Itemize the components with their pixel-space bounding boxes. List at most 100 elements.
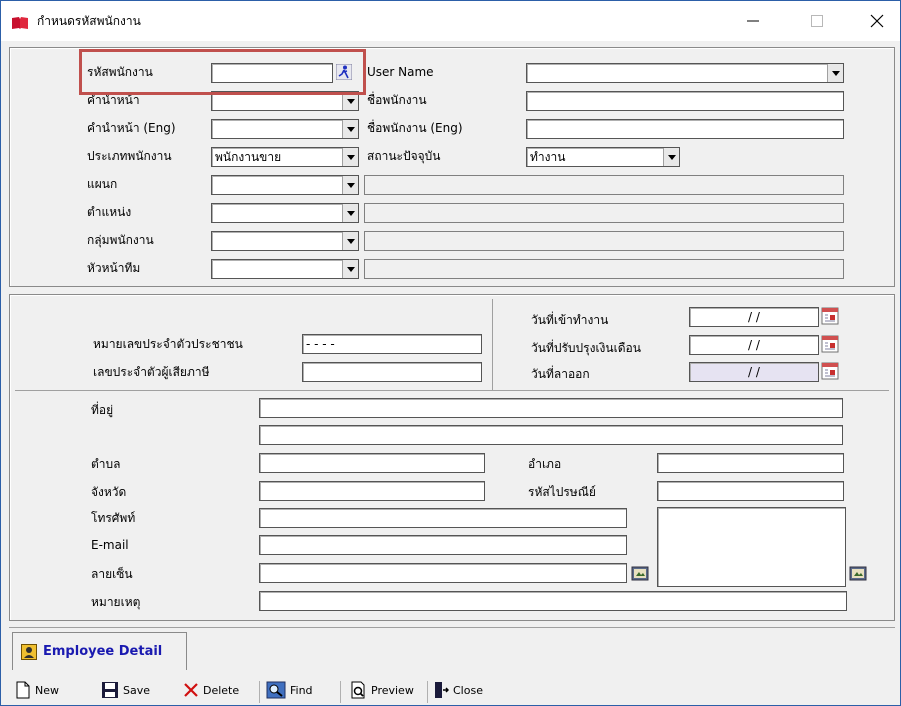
subdistrict-input[interactable] bbox=[259, 453, 485, 473]
province-input[interactable] bbox=[259, 481, 485, 501]
window-title: กำหนดรหัสพนักงาน bbox=[37, 14, 141, 28]
save-button[interactable]: Save bbox=[101, 678, 150, 702]
team-leader-label: หัวหน้าทีม bbox=[87, 261, 141, 275]
chevron-down-icon[interactable] bbox=[827, 64, 843, 82]
username-select[interactable] bbox=[526, 63, 844, 83]
employee-group-label: กลุ่มพนักงาน bbox=[87, 233, 154, 247]
exit-door-icon bbox=[435, 682, 449, 698]
national-id-input[interactable]: - - - - bbox=[302, 334, 482, 354]
prefix-eng-label: คำนำหน้า (Eng) bbox=[87, 121, 176, 135]
toolbar-separator bbox=[427, 681, 428, 703]
salary-update-date-input[interactable]: / / bbox=[689, 335, 819, 355]
chevron-down-icon[interactable] bbox=[342, 120, 358, 138]
phone-input[interactable] bbox=[259, 508, 627, 528]
browse-file-icon[interactable] bbox=[631, 564, 649, 582]
minimize-button[interactable] bbox=[730, 1, 776, 41]
delete-button[interactable]: Delete bbox=[183, 678, 239, 702]
firstname-eng-input[interactable] bbox=[526, 119, 844, 139]
address-line2-input[interactable] bbox=[259, 425, 843, 445]
minimize-icon bbox=[747, 20, 759, 22]
new-document-icon bbox=[16, 681, 30, 699]
employee-code-label: รหัสพนักงาน bbox=[87, 65, 153, 79]
employee-type-value: พนักงานขาย bbox=[215, 150, 282, 164]
signature-label: ลายเซ็น bbox=[91, 567, 133, 581]
start-date-input[interactable]: / / bbox=[689, 307, 819, 327]
email-input[interactable] bbox=[259, 535, 627, 555]
position-select[interactable] bbox=[211, 203, 359, 223]
find-button[interactable]: Find bbox=[266, 678, 313, 702]
prefix-select[interactable] bbox=[211, 91, 359, 111]
email-label: E-mail bbox=[91, 538, 129, 552]
salary-update-date-label: วันที่ปรับปรุงเงินเดือน bbox=[531, 341, 641, 355]
new-button-label: New bbox=[35, 683, 59, 697]
address-label: ที่อยู่ bbox=[91, 403, 114, 417]
chevron-down-icon[interactable] bbox=[342, 232, 358, 250]
tax-id-label: เลขประจำตัวผู้เสียภาษี bbox=[93, 365, 210, 379]
browse-image-icon[interactable] bbox=[849, 564, 867, 582]
firstname-input[interactable] bbox=[526, 91, 844, 111]
employee-group-select[interactable] bbox=[211, 231, 359, 251]
tab-employee-detail[interactable]: Employee Detail bbox=[12, 632, 187, 670]
username-label: User Name bbox=[367, 65, 434, 79]
national-id-label: หมายเลขประจำตัวประชาชน bbox=[93, 337, 243, 351]
postcode-label: รหัสไปรษณีย์ bbox=[528, 485, 596, 499]
delete-icon bbox=[184, 683, 198, 697]
running-man-icon[interactable] bbox=[335, 63, 353, 81]
chevron-down-icon[interactable] bbox=[342, 176, 358, 194]
tab-employee-detail-label: Employee Detail bbox=[43, 644, 163, 659]
save-button-label: Save bbox=[123, 683, 151, 697]
calendar-icon[interactable] bbox=[821, 335, 839, 353]
find-icon bbox=[266, 681, 286, 699]
calendar-icon[interactable] bbox=[821, 307, 839, 325]
district-input[interactable] bbox=[657, 453, 844, 473]
chevron-down-icon[interactable] bbox=[342, 260, 358, 278]
calendar-icon[interactable] bbox=[821, 362, 839, 380]
chevron-down-icon[interactable] bbox=[342, 204, 358, 222]
close-form-button[interactable]: Close bbox=[433, 678, 483, 702]
toolbar-separator bbox=[259, 681, 260, 703]
firstname-label: ชื่อพนักงาน bbox=[367, 93, 427, 107]
department-label: แผนก bbox=[87, 177, 118, 191]
resign-date-label: วันที่ลาออก bbox=[531, 367, 590, 381]
district-label: อำเภอ bbox=[528, 457, 562, 471]
book-icon bbox=[12, 17, 28, 29]
note-label: หมายเหตุ bbox=[91, 595, 141, 609]
address-line1-input[interactable] bbox=[259, 398, 843, 418]
maximize-button[interactable] bbox=[794, 1, 840, 41]
print-preview-icon bbox=[351, 681, 365, 699]
employee-card-icon bbox=[21, 643, 37, 660]
chevron-down-icon[interactable] bbox=[342, 148, 358, 166]
note-input[interactable] bbox=[259, 591, 847, 611]
status-label: สถานะปัจจุบัน bbox=[367, 149, 441, 163]
department-name-display bbox=[364, 175, 844, 195]
tax-id-input[interactable] bbox=[302, 362, 482, 382]
delete-button-label: Delete bbox=[203, 683, 240, 697]
chevron-down-icon[interactable] bbox=[663, 148, 679, 166]
position-name-display bbox=[364, 203, 844, 223]
prefix-eng-select[interactable] bbox=[211, 119, 359, 139]
start-date-label: วันที่เข้าทำงาน bbox=[531, 313, 609, 327]
postcode-input[interactable] bbox=[657, 481, 844, 501]
save-icon bbox=[102, 682, 118, 698]
toolbar-separator bbox=[340, 681, 341, 703]
new-button[interactable]: New bbox=[15, 678, 59, 702]
find-button-label: Find bbox=[290, 683, 313, 697]
status-select[interactable]: ทำงาน bbox=[526, 147, 680, 167]
close-button[interactable] bbox=[854, 1, 900, 41]
department-select[interactable] bbox=[211, 175, 359, 195]
team-leader-select[interactable] bbox=[211, 259, 359, 279]
title-bar: กำหนดรหัสพนักงาน bbox=[1, 1, 900, 41]
province-label: จังหวัด bbox=[91, 485, 127, 499]
employee-code-window: กำหนดรหัสพนักงาน รหัสพนักงาน User Name ค… bbox=[0, 0, 901, 706]
employee-type-select[interactable]: พนักงานขาย bbox=[211, 147, 359, 167]
preview-button[interactable]: Preview bbox=[349, 678, 414, 702]
subdistrict-label: ตำบล bbox=[91, 457, 121, 471]
employee-code-input[interactable] bbox=[211, 63, 333, 83]
close-form-button-label: Close bbox=[453, 683, 483, 697]
preview-button-label: Preview bbox=[371, 683, 414, 697]
section-divider-horizontal bbox=[15, 390, 889, 391]
signature-path-input[interactable] bbox=[259, 563, 627, 583]
chevron-down-icon[interactable] bbox=[342, 92, 358, 110]
resign-date-input[interactable]: / / bbox=[689, 362, 819, 382]
maximize-icon bbox=[811, 15, 823, 27]
